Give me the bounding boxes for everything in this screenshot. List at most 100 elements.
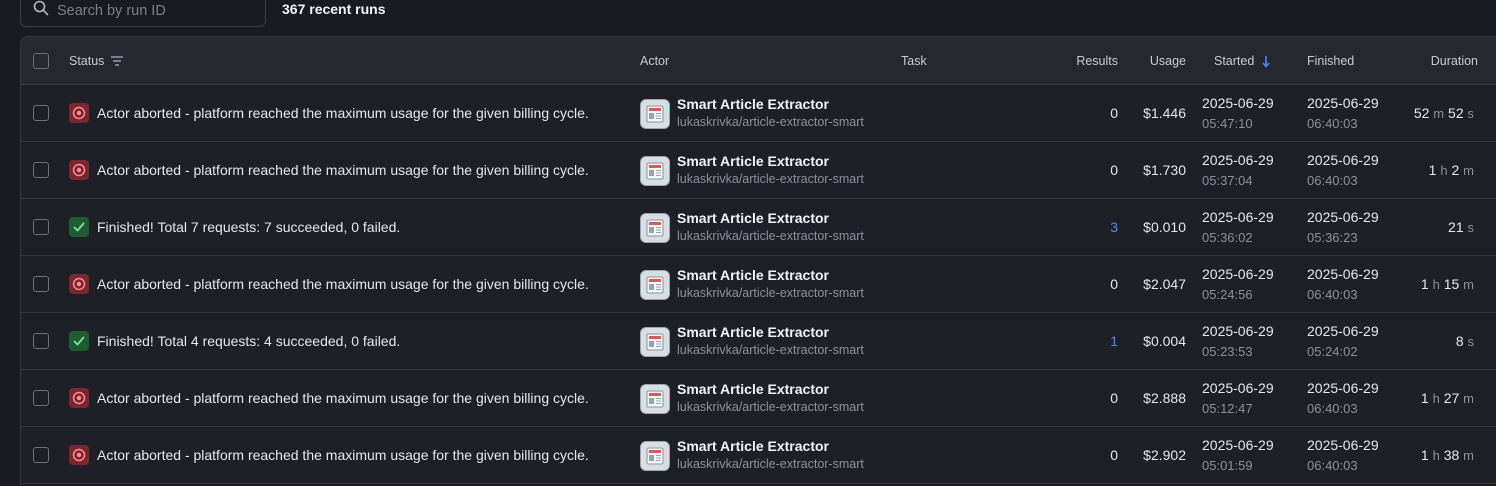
status-text: Actor aborted - platform reached the max… [97,390,589,406]
row-checkbox[interactable] [33,276,49,292]
search-input[interactable] [57,2,247,19]
duration-unit: m [1463,391,1474,406]
column-usage[interactable]: Usage [1131,54,1186,68]
row-checkbox[interactable] [33,447,49,463]
row-checkbox[interactable] [33,333,49,349]
actor-name[interactable]: Smart Article Extractor [677,438,829,454]
select-all-checkbox[interactable] [33,53,49,69]
article-extractor-icon[interactable] [640,99,670,129]
table-row[interactable]: Actor aborted - platform reached the max… [21,427,1496,484]
duration: 8 s [1381,333,1474,349]
actor-name[interactable]: Smart Article Extractor [677,324,829,340]
duration-unit: h [1432,448,1440,463]
status-text: Actor aborted - platform reached the max… [97,447,589,463]
finished-time: 05:36:23 [1307,230,1358,245]
started-date: 2025-06-29 [1202,152,1274,168]
table-body: Actor aborted - platform reached the max… [21,85,1496,484]
results-count[interactable]: 3 [1051,219,1118,235]
actor-name[interactable]: Smart Article Extractor [677,210,829,226]
aborted-icon [69,160,89,180]
search-box[interactable] [20,0,266,27]
started-time: 05:47:10 [1202,116,1253,131]
table-header: Status Actor Task Results Usage Started … [21,37,1496,85]
table-row[interactable]: Actor aborted - platform reached the max… [21,256,1496,313]
usage-cost: $2.888 [1143,390,1186,406]
column-actor[interactable]: Actor [640,54,669,68]
duration: 21 s [1381,219,1474,235]
actor-name[interactable]: Smart Article Extractor [677,96,829,112]
status-text: Finished! Total 4 requests: 4 succeeded,… [97,333,401,349]
duration-unit: h [1440,163,1448,178]
actor-slug: lukaskrivka/article-extractor-smart [677,343,864,357]
column-duration[interactable]: Duration [1401,54,1478,68]
column-task[interactable]: Task [901,54,927,68]
finished-time: 06:40:03 [1307,173,1358,188]
duration-value: 52 [1413,105,1430,121]
finished-time: 05:24:02 [1307,344,1358,359]
filter-icon[interactable] [110,55,124,67]
results-count: 0 [1110,447,1118,463]
column-started-label: Started [1214,54,1255,68]
aborted-icon [69,274,89,294]
table-row[interactable]: Actor aborted - platform reached the max… [21,142,1496,199]
row-checkbox[interactable] [33,219,49,235]
usage-cost: $2.902 [1143,447,1186,463]
started-time: 05:37:04 [1202,173,1253,188]
started-date: 2025-06-29 [1202,380,1274,396]
duration-unit: s [1467,106,1475,121]
actor-name[interactable]: Smart Article Extractor [677,153,829,169]
search-icon [33,0,49,21]
table-row[interactable]: Actor aborted - platform reached the max… [21,85,1496,142]
check-icon [69,217,89,237]
usage-cost: $0.010 [1143,219,1186,235]
duration-value: 2 [1451,162,1460,178]
started-time: 05:23:53 [1202,344,1253,359]
started-date: 2025-06-29 [1202,266,1274,282]
finished-time: 06:40:03 [1307,401,1358,416]
started-date: 2025-06-29 [1202,323,1274,339]
duration-value: 8 [1455,333,1464,349]
duration-value: 1 [1420,447,1429,463]
column-status[interactable]: Status [69,54,124,68]
runs-table: Status Actor Task Results Usage Started … [20,36,1496,486]
sort-desc-icon[interactable] [1262,55,1270,68]
toolbar: 367 recent runs [0,0,1496,30]
column-started[interactable]: Started [1214,54,1270,68]
aborted-icon [69,388,89,408]
column-results[interactable]: Results [1051,54,1118,68]
results-count: 0 [1110,162,1118,178]
table-row[interactable]: Finished! Total 7 requests: 7 succeeded,… [21,199,1496,256]
results-count[interactable]: 1 [1051,333,1118,349]
duration-unit: m [1433,106,1445,121]
aborted-icon [69,445,89,465]
actor-slug: lukaskrivka/article-extractor-smart [677,400,864,414]
status-text: Finished! Total 7 requests: 7 succeeded,… [97,219,401,235]
status-text: Actor aborted - platform reached the max… [97,105,589,121]
article-extractor-icon[interactable] [640,327,670,357]
check-icon [69,331,89,351]
article-extractor-icon[interactable] [640,156,670,186]
column-finished[interactable]: Finished [1307,54,1354,68]
row-checkbox[interactable] [33,390,49,406]
started-time: 05:01:59 [1202,458,1253,473]
article-extractor-icon[interactable] [640,213,670,243]
row-checkbox[interactable] [33,162,49,178]
duration-unit: m [1463,163,1474,178]
status-text: Actor aborted - platform reached the max… [97,162,589,178]
duration-value: 38 [1443,447,1460,463]
finished-date: 2025-06-29 [1307,266,1379,282]
row-checkbox[interactable] [33,105,49,121]
actor-slug: lukaskrivka/article-extractor-smart [677,229,864,243]
article-extractor-icon[interactable] [640,384,670,414]
table-row[interactable]: Actor aborted - platform reached the max… [21,370,1496,427]
actor-name[interactable]: Smart Article Extractor [677,267,829,283]
article-extractor-icon[interactable] [640,270,670,300]
duration-value: 15 [1443,276,1460,292]
actor-slug: lukaskrivka/article-extractor-smart [677,115,864,129]
results-count: 0 [1110,276,1118,292]
table-row[interactable]: Finished! Total 4 requests: 4 succeeded,… [21,313,1496,370]
article-extractor-icon[interactable] [640,441,670,471]
finished-date: 2025-06-29 [1307,152,1379,168]
duration: 1 h 15 m [1381,276,1474,292]
actor-name[interactable]: Smart Article Extractor [677,381,829,397]
